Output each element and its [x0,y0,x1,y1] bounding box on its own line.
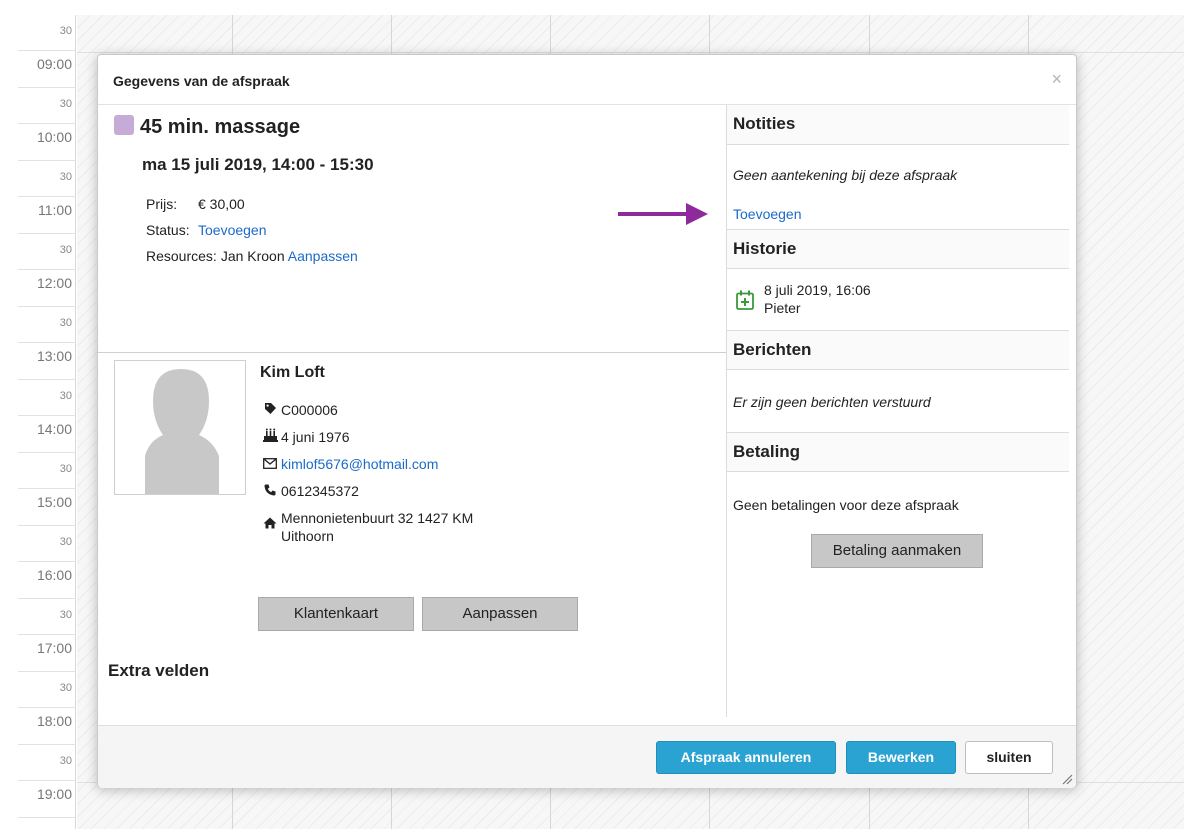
hour-line [77,52,1184,53]
time-label: 09:00 [18,52,76,88]
notes-add-link[interactable]: Toevoegen [733,206,802,222]
appointment-info-pane: 45 min. massage ma 15 juli 2019, 14:00 -… [98,105,726,761]
time-label: 18:00 [18,709,76,745]
time-label: 30 [18,599,76,635]
create-payment-button[interactable]: Betaling aanmaken [811,534,983,568]
avatar-placeholder-icon [145,369,219,494]
time-label: 10:00 [18,125,76,161]
time-label: 30 [18,88,76,124]
cancel-appointment-button[interactable]: Afspraak annuleren [656,741,836,774]
service-color-swatch [114,115,134,135]
time-label: 17:00 [18,636,76,672]
appointment-details: Prijs: € 30,00 Status: Toevoegen Resources… [146,191,358,269]
section-divider [98,352,726,353]
time-column: 30 09:00 30 10:00 30 11:00 30 12:00 30 1… [18,15,76,829]
resources-row: Resources: Jan Kroon Aanpassen [146,243,358,269]
time-label: 13:00 [18,344,76,380]
time-label: 11:00 [18,198,76,234]
history-entry: 8 juli 2019, 16:06 Pieter [764,281,871,317]
calendar-plus-icon [736,290,754,310]
messages-heading: Berichten [727,330,1069,370]
client-email-row: kimlof5676@hotmail.com [262,451,473,478]
history-user: Pieter [764,300,801,316]
status-label: Status: [146,222,190,238]
client-address: Mennonietenbuurt 32 1427 KM Uithoorn [281,505,473,545]
birthday-cake-icon [262,424,278,451]
close-button[interactable]: sluiten [965,741,1053,774]
messages-empty-text: Er zijn geen berichten verstuurd [733,394,931,410]
modal-header: Gegevens van de afspraak × [98,55,1076,105]
time-label: 30 [18,234,76,270]
notes-heading: Notities [727,105,1069,145]
time-label: 30 [18,745,76,781]
price-row: Prijs: € 30,00 [146,191,358,217]
payment-empty-text: Geen betalingen voor deze afspraak [733,497,959,513]
time-label: 30 [18,380,76,416]
time-label: 16:00 [18,563,76,599]
price-label: Prijs: [146,196,178,212]
home-icon [262,505,278,538]
time-label: 30 [18,672,76,708]
client-email-link[interactable]: kimlof5676@hotmail.com [281,451,438,478]
edit-appointment-button[interactable]: Bewerken [846,741,956,774]
time-label: 30 [18,15,76,51]
client-address-row: Mennonietenbuurt 32 1427 KM Uithoorn [262,505,473,545]
appointment-details-modal: Gegevens van de afspraak × 45 min. massa… [97,54,1077,788]
service-name: 45 min. massage [140,116,301,138]
client-address-line1: Mennonietenbuurt 32 1427 KM [281,510,474,526]
status-row: Status: Toevoegen [146,217,358,243]
time-label: 15:00 [18,490,76,526]
status-add-link[interactable]: Toevoegen [198,222,267,238]
time-label: 30 [18,307,76,343]
price-value: € 30,00 [198,196,245,212]
notes-empty-text: Geen aantekening bij deze afspraak [733,167,958,183]
envelope-icon [262,451,278,478]
client-birthdate-row: 4 juni 1976 [262,424,473,451]
resources-edit-link[interactable]: Aanpassen [288,248,358,264]
client-name: Kim Loft [260,364,325,381]
phone-icon [262,478,278,505]
modal-title: Gegevens van de afspraak [113,73,290,89]
time-label: 12:00 [18,271,76,307]
time-label: 30 [18,161,76,197]
client-birthdate: 4 juni 1976 [281,429,350,445]
time-label: 19:00 [18,782,76,818]
appointment-sidebar: Notities Geen aantekening bij deze afspr… [726,105,1076,717]
tag-icon [262,397,278,424]
client-address-line2: Uithoorn [281,528,334,544]
time-label: 30 [18,453,76,489]
extra-fields-title: Extra velden [108,661,210,680]
history-heading: Historie [727,229,1069,269]
history-date: 8 juli 2019, 16:06 [764,282,871,298]
appointment-datetime: ma 15 juli 2019, 14:00 - 15:30 [142,155,374,174]
resources-value: Jan Kroon [220,248,285,264]
time-label: 30 [18,526,76,562]
client-info: C000006 4 juni 1976 kimlof5676@hotmail.c… [262,397,473,545]
resources-label: Resources: [146,248,217,264]
client-phone-row: 0612345372 [262,478,473,505]
close-icon[interactable]: × [1051,69,1062,90]
payment-heading: Betaling [727,432,1069,472]
client-card-button[interactable]: Klantenkaart [258,597,414,631]
service-title: 45 min. massage [114,115,300,139]
annotation-arrow-icon [618,203,708,225]
modal-footer: Afspraak annuleren Bewerken sluiten [98,725,1076,788]
time-label: 14:00 [18,417,76,453]
edit-client-button[interactable]: Aanpassen [422,597,578,631]
resize-handle-icon[interactable] [1061,773,1073,785]
client-id: C000006 [281,402,338,418]
client-id-row: C000006 [262,397,473,424]
avatar [114,360,246,495]
client-phone: 0612345372 [281,483,359,499]
